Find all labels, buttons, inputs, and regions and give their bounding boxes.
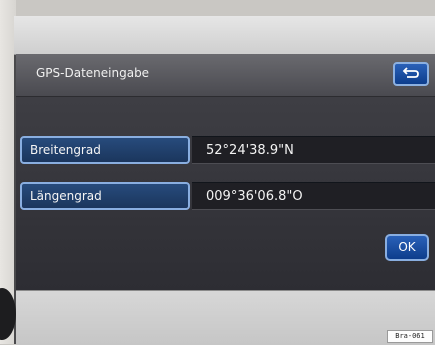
latitude-row: Breitengrad 52°24'38.9"N [20, 136, 435, 164]
longitude-value: 009°36'06.8"O [192, 182, 435, 210]
latitude-button[interactable]: Breitengrad [20, 136, 190, 164]
figure-reference: Bra-061 [387, 330, 433, 343]
ok-button[interactable]: OK [385, 234, 429, 261]
gps-input-panel: Breitengrad 52°24'38.9"N Längengrad 009°… [16, 97, 435, 290]
longitude-button[interactable]: Längengrad [20, 182, 190, 210]
longitude-row: Längengrad 009°36'06.8"O [20, 182, 435, 210]
title-bar: GPS-Dateneingabe [16, 54, 435, 97]
top-bezel [14, 16, 435, 55]
page-title: GPS-Dateneingabe [36, 66, 150, 80]
back-arrow-icon [402, 67, 419, 78]
back-button[interactable] [393, 62, 429, 86]
latitude-value: 52°24'38.9"N [192, 136, 435, 164]
bottom-bezel: Bra-061 [16, 290, 435, 345]
